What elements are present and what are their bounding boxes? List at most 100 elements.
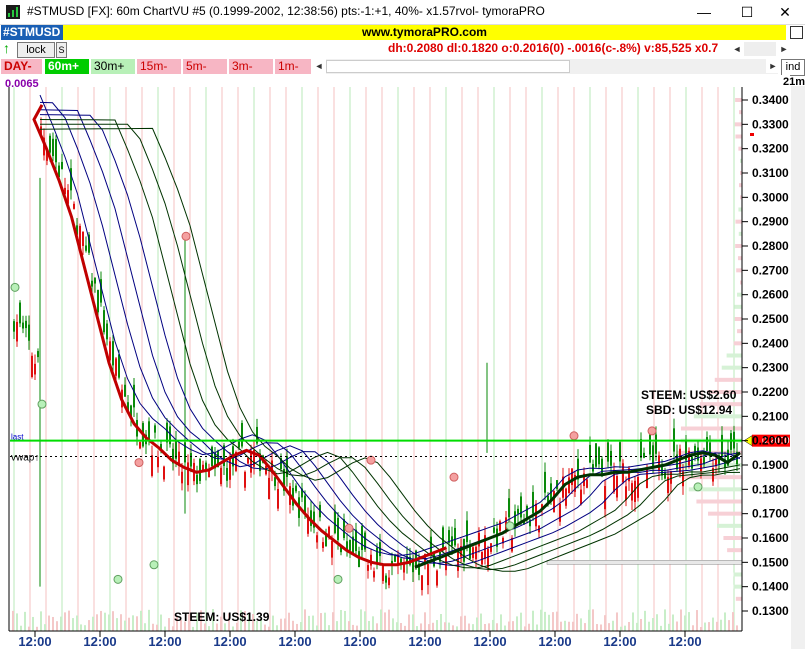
- candle-body: [55, 139, 57, 163]
- stats-scroll-track[interactable]: [744, 42, 776, 56]
- symbol-field[interactable]: #STMUSD: [1, 25, 63, 40]
- x-tick-label: 12:00: [148, 634, 181, 649]
- y-tick-label: 0.2300: [752, 361, 789, 375]
- candle-body: [493, 527, 495, 533]
- volume-bar: [596, 624, 598, 631]
- signal-marker: [505, 521, 515, 531]
- signal-marker: [181, 231, 191, 241]
- timeframe-scroll-left-icon[interactable]: ◄: [312, 59, 326, 73]
- volume-bar: [144, 623, 146, 631]
- minimize-button[interactable]: —: [684, 2, 724, 22]
- candle-body: [376, 547, 378, 564]
- volume-bar: [64, 612, 66, 631]
- candle-body: [616, 476, 618, 498]
- candle-body: [481, 551, 483, 565]
- vertical-scrollbar[interactable]: [791, 86, 805, 649]
- options-checkbox[interactable]: [790, 26, 803, 39]
- signal-marker: [647, 426, 657, 436]
- volume-bar: [680, 609, 682, 631]
- volume-bar: [204, 623, 206, 631]
- timeframe-30m[interactable]: 30m+: [91, 59, 135, 74]
- candle-body: [295, 485, 297, 492]
- stats-scroll-left-icon[interactable]: ◄: [730, 42, 744, 56]
- volume-bar: [592, 609, 594, 631]
- candle-body: [520, 496, 522, 518]
- candle-body: [586, 479, 588, 488]
- profile-bar: [735, 244, 742, 248]
- candle-body: [370, 554, 372, 566]
- volume-bar: [20, 625, 22, 631]
- candle-body: [655, 434, 657, 454]
- volume-bar: [412, 614, 414, 631]
- volume-bar: [664, 609, 666, 631]
- timeframe-day[interactable]: DAY-: [1, 59, 42, 74]
- timeframe-60m[interactable]: 60m+: [45, 59, 89, 74]
- volume-bar: [660, 625, 662, 631]
- volume-bar: [604, 615, 606, 631]
- profile-bar: [733, 341, 742, 346]
- profile-bar: [737, 329, 742, 334]
- volume-bar: [16, 613, 18, 631]
- close-button[interactable]: ✕: [765, 2, 805, 22]
- candle-body: [580, 489, 582, 505]
- timeframe-5m[interactable]: 5m-: [183, 59, 227, 74]
- candle-body: [16, 321, 18, 342]
- left-value-label: 0.0065: [5, 78, 39, 90]
- volume-bar: [160, 614, 162, 631]
- candle-body: [250, 452, 252, 473]
- candle-body: [190, 453, 192, 467]
- candle-body: [103, 310, 105, 333]
- profile-bar: [714, 377, 742, 382]
- website-banner[interactable]: www.tymoraPRO.com: [63, 25, 786, 40]
- indicators-button[interactable]: ind: [781, 59, 805, 76]
- volume-bar: [208, 626, 210, 631]
- volume-bar: [348, 621, 350, 631]
- app-chart-icon: [6, 5, 20, 19]
- volume-bar: [120, 614, 122, 631]
- candle-body: [154, 425, 156, 433]
- volume-bar: [640, 618, 642, 631]
- lock-button[interactable]: lock: [17, 42, 55, 58]
- profile-bar: [735, 596, 742, 601]
- profile-bar: [735, 134, 742, 139]
- timeframe-scroll-right-icon[interactable]: ►: [766, 59, 780, 73]
- volume-bar: [668, 623, 670, 631]
- s-button[interactable]: S: [56, 42, 67, 58]
- price-chart[interactable]: 0.0065 21m last vwap↑ 0.2000 STEEM: US$2…: [0, 75, 805, 649]
- candle-body: [670, 471, 672, 484]
- y-tick-label: 0.3100: [752, 166, 789, 180]
- candle-body: [658, 455, 660, 471]
- stats-scroll-right-icon[interactable]: ►: [777, 42, 791, 56]
- y-tick-label: 0.1500: [752, 555, 789, 569]
- volume-bar: [264, 624, 266, 631]
- volume-bar: [100, 610, 102, 631]
- candle-body: [706, 437, 708, 451]
- volume-bar: [276, 625, 278, 631]
- y-tick-label: 0.2200: [752, 385, 789, 399]
- candle-body: [28, 324, 30, 341]
- candle-body: [589, 444, 591, 463]
- volume-bar: [540, 609, 542, 631]
- profile-bar: [680, 426, 742, 431]
- profile-bar: [733, 584, 742, 589]
- window-title: #STMUSD [FX]: 60m ChartVU #5 (0.1999-200…: [27, 4, 545, 18]
- volume-bar: [560, 621, 562, 631]
- profile-bar: [721, 365, 742, 370]
- candle-body: [52, 138, 54, 157]
- y-tick-label: 0.3300: [752, 117, 789, 131]
- candle-body: [82, 231, 84, 246]
- y-tick-label: 0.3200: [752, 142, 789, 156]
- maximize-button[interactable]: ☐: [727, 2, 767, 22]
- candle-body: [532, 491, 534, 514]
- volume-bar: [436, 620, 438, 631]
- volume-bar: [104, 612, 106, 631]
- volume-bar: [36, 626, 38, 631]
- y-tick-label: 0.3400: [752, 93, 789, 107]
- volume-bar: [304, 609, 306, 631]
- profile-bar: [734, 122, 742, 127]
- timeframe-1m[interactable]: 1m-: [275, 59, 311, 74]
- timeframe-15m[interactable]: 15m-: [137, 59, 181, 74]
- scrollbar-thumb[interactable]: [326, 60, 570, 73]
- chart-horizontal-scrollbar[interactable]: [326, 59, 778, 74]
- timeframe-3m[interactable]: 3m-: [229, 59, 273, 74]
